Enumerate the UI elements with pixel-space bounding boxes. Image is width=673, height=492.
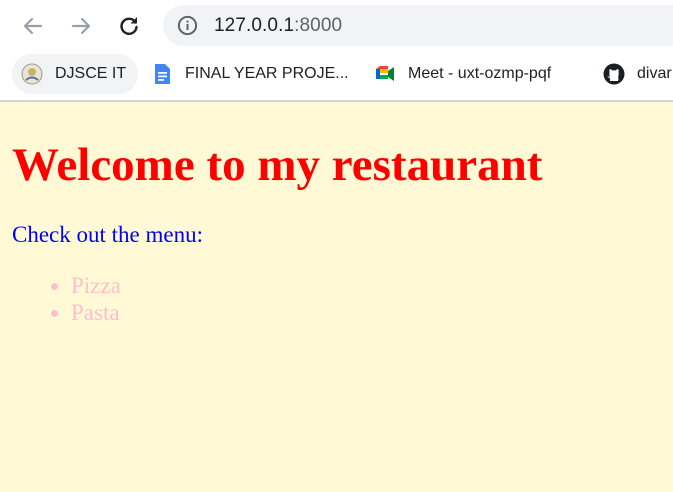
bookmark-label: Meet - uxt-ozmp-pqf (408, 65, 552, 82)
google-meet-icon (374, 63, 396, 85)
browser-chrome: 127.0.0.1:8000 DJSCE IT FINAL YEAR PROJE… (0, 0, 673, 101)
menu-item: Pasta (48, 299, 121, 326)
reload-button[interactable] (113, 10, 145, 42)
college-logo-icon (21, 63, 43, 85)
bookmark-djsce-it[interactable]: DJSCE IT (12, 54, 139, 94)
menu-item: Pizza (48, 272, 121, 299)
url-port: :8000 (294, 15, 343, 36)
reload-icon (120, 17, 138, 35)
bookmark-label: DJSCE IT (55, 65, 127, 82)
bookmark-github[interactable]: divar (603, 54, 672, 94)
arrow-left-icon (23, 17, 43, 35)
menu-list: Pizza Pasta (48, 272, 121, 326)
forward-button[interactable] (65, 10, 97, 42)
bookmark-final-year-project[interactable]: FINAL YEAR PROJE... (151, 54, 349, 94)
arrow-right-icon (71, 17, 91, 35)
bookmarks-bar: DJSCE IT FINAL YEAR PROJE... Meet - uxt-… (0, 52, 673, 100)
bookmark-label: divar (637, 65, 672, 82)
address-bar[interactable]: 127.0.0.1:8000 (163, 5, 673, 46)
browser-toolbar: 127.0.0.1:8000 (0, 0, 673, 52)
url-host: 127.0.0.1 (214, 15, 295, 36)
bookmark-label: FINAL YEAR PROJE... (185, 65, 349, 82)
info-icon[interactable] (177, 15, 198, 36)
google-docs-icon (151, 63, 173, 85)
bookmark-meet[interactable]: Meet - uxt-ozmp-pqf (374, 54, 551, 94)
menu-intro-text: Check out the menu: (12, 222, 203, 247)
github-icon (603, 63, 625, 85)
page-heading: Welcome to my restaurant (12, 139, 543, 191)
page-content: Welcome to my restaurant Check out the m… (0, 102, 673, 492)
url-text[interactable]: 127.0.0.1:8000 (214, 15, 342, 37)
back-button[interactable] (17, 10, 49, 42)
